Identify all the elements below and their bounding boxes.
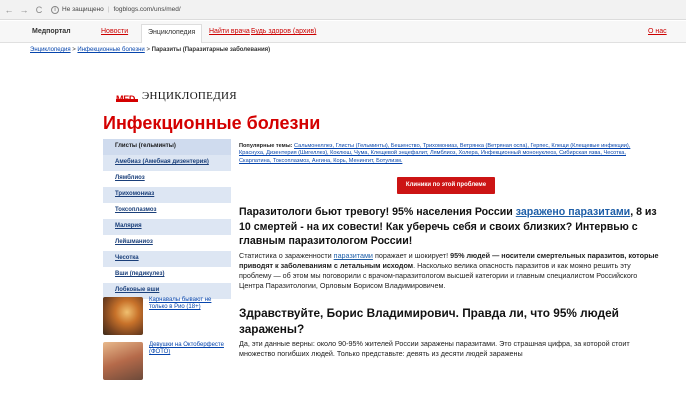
headline-text: Паразитологи бьют тревогу! 95% населения… (239, 206, 516, 218)
paragraph-link[interactable]: паразитами (334, 251, 373, 260)
clinics-button[interactable]: Клиники по этой проблеме (397, 177, 495, 194)
sidebar-item-scabies[interactable]: Чесотка (103, 251, 231, 267)
sidebar-menu: Глисты (гельминты) Амебиаз (Амебная дизе… (103, 139, 231, 299)
breadcrumb-infectious[interactable]: Инфекционные болезни (77, 47, 144, 53)
breadcrumb-sep: > (144, 47, 152, 53)
headline-link[interactable]: заражено паразитами (516, 206, 630, 218)
breadcrumb-current: Паразиты (Паразитарные заболевания) (151, 47, 271, 53)
breadcrumb: Энциклопедия > Инфекционные болезни > Па… (30, 47, 270, 53)
address-bar[interactable]: i Не защищено | fogblogs.com/uns/med/ (51, 3, 181, 17)
sidebar-item-helminths[interactable]: Глисты (гельминты) (103, 139, 231, 155)
browser-toolbar: ← → C i Не защищено | fogblogs.com/uns/m… (0, 0, 686, 20)
article-headline: Паразитологи бьют тревогу! 95% населения… (239, 205, 659, 249)
med-logo-mark: MED (116, 89, 138, 104)
forward-arrow-icon[interactable]: → (18, 5, 30, 15)
sidebar-item-malaria[interactable]: Малярия (103, 219, 231, 235)
security-label: Не защищено (62, 6, 104, 13)
address-divider: | (107, 6, 110, 13)
popular-topics-label: Популярные темы: (239, 143, 293, 149)
back-arrow-icon[interactable]: ← (3, 5, 15, 15)
sidebar-item-trichomoniasis[interactable]: Трихомониаз (103, 187, 231, 203)
promo-image[interactable] (103, 297, 143, 335)
page-title: Инфекционные болезни (103, 113, 321, 133)
sidebar-item-leishmaniasis[interactable]: Лейшманиоз (103, 235, 231, 251)
reload-icon[interactable]: C (33, 5, 45, 15)
info-icon[interactable]: i (51, 5, 59, 14)
nav-be-healthy[interactable]: Будь здоров (архив) (251, 28, 316, 35)
sidebar-item-amoebiasis[interactable]: Амебиаз (Амебная дизентерия) (103, 155, 231, 171)
encyclopedia-logo[interactable]: MED ЭНЦИКЛОПЕДИЯ (116, 89, 237, 104)
sidebar-item-giardiasis[interactable]: Лямблиоз (103, 171, 231, 187)
nav-about[interactable]: О нас (648, 28, 667, 35)
popular-topics: Популярные темы: Сальмонеллез, Глисты (Г… (239, 143, 654, 165)
paragraph-text: поражает и шокирует! (372, 251, 451, 260)
logo-wordmark: ЭНЦИКЛОПЕДИЯ (142, 90, 237, 102)
breadcrumb-encyclopedia[interactable]: Энциклопедия (30, 47, 71, 53)
promo-oktoberfest[interactable]: Девушки на Октоберфесте (ФОТО) (103, 342, 231, 380)
article-paragraph: Статистика о зараженности паразитами пор… (239, 251, 659, 291)
promo-carnival[interactable]: Карнавалы бывают не только в Рио (18+) (103, 297, 231, 335)
sidebar-item-toxoplasmosis[interactable]: Токсоплазмоз (103, 203, 231, 219)
promo-image[interactable] (103, 342, 143, 380)
url-text[interactable]: fogblogs.com/uns/med/ (114, 6, 181, 13)
promo-link[interactable]: Девушки на Октоберфесте (ФОТО) (149, 342, 229, 380)
sidebar-item-lice[interactable]: Вши (педикулез) (103, 267, 231, 283)
nav-find-doctor[interactable]: Найти врача (209, 28, 250, 35)
nav-encyclopedia[interactable]: Энциклопедия (141, 24, 203, 43)
nav-news[interactable]: Новости (101, 28, 128, 35)
promo-link[interactable]: Карнавалы бывают не только в Рио (18+) (149, 297, 229, 335)
brand-link[interactable]: Медпортал (32, 28, 71, 35)
article-paragraph-2: Да, эти данные верны: около 90-95% жител… (239, 339, 630, 358)
paragraph-text: Статистика о зараженности (239, 251, 334, 260)
popular-topics-links[interactable]: Сальмонеллез, Глисты (Гельминты), Бешенс… (239, 143, 630, 164)
article-subheading: Здравствуйте, Борис Владимирович. Правда… (239, 306, 619, 336)
logo-mark-bar (116, 99, 138, 102)
site-navigation: Медпортал Новости Энциклопедия Найти вра… (0, 21, 686, 43)
